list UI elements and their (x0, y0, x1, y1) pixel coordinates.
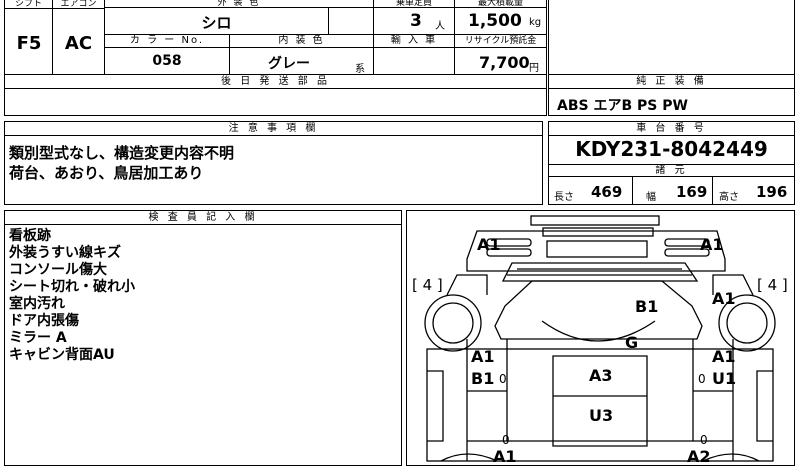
width-value: 169 (676, 183, 708, 201)
inspector-line: シート切れ・破れ小 (9, 279, 135, 295)
mark-cabin: A3 (589, 366, 613, 385)
mark-right-door-2: U1 (712, 369, 737, 388)
mark-bottom-right-zero: 0 (700, 433, 708, 447)
inspector-line: ミラー A (9, 330, 67, 346)
notes-line-2: 荷台、あおり、鳥居加工あり (9, 164, 204, 182)
mark-right-door-1: A1 (712, 347, 736, 366)
mark-hood: B1 (635, 297, 659, 316)
mark-bottom-right: A2 (687, 447, 711, 466)
inspector-line: 室内汚れ (9, 296, 65, 312)
genuine-equipment-list: ABS エアB PS PW (557, 98, 688, 114)
damage-diagram: A1 A1 [ 4 ] [ 4 ] B1 A1 G A1 B1 0 A1 0 U… (406, 210, 795, 466)
mark-cabin-rear: U3 (589, 406, 614, 425)
capacity-unit: 人 (435, 21, 445, 32)
capacity-value: 3 (410, 11, 422, 31)
mark-right-door-zero: 0 (698, 372, 706, 386)
vehicle-info-grid: 外 装 色 乗車定員 最大積載量 シロ 3 人 1,500 kg カ ラ ー N… (104, 0, 547, 75)
mark-front-right: A1 (700, 235, 724, 254)
inspector-line: 看板跡 (9, 228, 51, 244)
shift-label: シフト (5, 0, 53, 9)
mark-left-door-1: A1 (471, 347, 495, 366)
genuine-equipment-header: 純 正 装 備 (549, 75, 794, 89)
shift-aircon-block: シフト エアコン F5 AC (4, 0, 105, 75)
mark-roof: G (625, 333, 639, 352)
mark-front-left: A1 (477, 235, 501, 254)
interior-color-suffix: 系 (355, 64, 365, 75)
exterior-color-value: シロ (201, 14, 232, 32)
inspector-section: 検 査 員 記 入 欄 看板跡 外装うすい線キズ コンソール傷大 シート切れ・破… (4, 210, 402, 466)
recycle-fee-unit: 円 (529, 63, 539, 74)
notes-section: 注 意 事 項 欄 類別型式なし、構造変更内容不明 荷台、あおり、鳥居加工あり (4, 121, 543, 205)
mark-left-door-zero: 0 (499, 372, 507, 386)
length-label: 長さ (554, 192, 574, 203)
notes-header: 注 意 事 項 欄 (5, 122, 542, 136)
recycle-label: リサイクル預託金 (454, 34, 547, 48)
inspector-line: 外装うすい線キズ (9, 245, 121, 261)
interior-color-value: グレー (268, 56, 310, 72)
inspector-header: 検 査 員 記 入 欄 (5, 211, 401, 225)
mark-left-bracket: [ 4 ] (412, 276, 443, 294)
mark-left-door-2: B1 (471, 369, 495, 388)
genuine-equipment-section: 純 正 装 備 ABS エアB PS PW (548, 74, 795, 116)
width-label: 幅 (646, 192, 656, 203)
notes-line-1: 類別型式なし、構造変更内容不明 (9, 144, 235, 162)
truck-outline (424, 215, 776, 462)
shift-value: F5 (16, 33, 42, 54)
chassis-header: 車 台 番 号 (549, 122, 794, 136)
inspector-line: キャビン背面AU (9, 347, 115, 363)
recycle-fee-value: 7,700 (479, 53, 530, 72)
mark-right-bracket: [ 4 ] (757, 276, 788, 294)
height-label: 高さ (719, 192, 739, 203)
aircon-value: AC (64, 33, 93, 54)
later-parts-header: 後 日 発 送 部 品 (5, 75, 546, 89)
max-load-unit: kg (529, 17, 542, 28)
inspector-line: コンソール傷大 (9, 262, 107, 278)
mark-bottom-left-zero: 0 (502, 433, 510, 447)
chassis-section: 車 台 番 号 KDY231-8042449 諸 元 長さ 469 幅 169 … (548, 121, 795, 205)
mark-bottom-left: A1 (493, 447, 517, 466)
height-value: 196 (756, 183, 788, 201)
aircon-label: エアコン (53, 0, 104, 9)
inspector-line: ドア内張傷 (9, 313, 79, 329)
import-label: 輸 入 車 (373, 34, 455, 48)
interior-color-label: 内 装 色 (229, 34, 374, 48)
chassis-number: KDY231-8042449 (575, 137, 768, 161)
max-load-value: 1,500 (468, 11, 522, 31)
color-no-label: カ ラ ー No. (104, 34, 230, 48)
mark-right-fender: A1 (712, 289, 736, 308)
specs-header: 諸 元 (549, 164, 794, 177)
top-right-blank (548, 0, 795, 75)
length-value: 469 (591, 183, 623, 201)
later-parts-section: 後 日 発 送 部 品 (4, 74, 547, 116)
color-no-value: 058 (152, 53, 182, 69)
